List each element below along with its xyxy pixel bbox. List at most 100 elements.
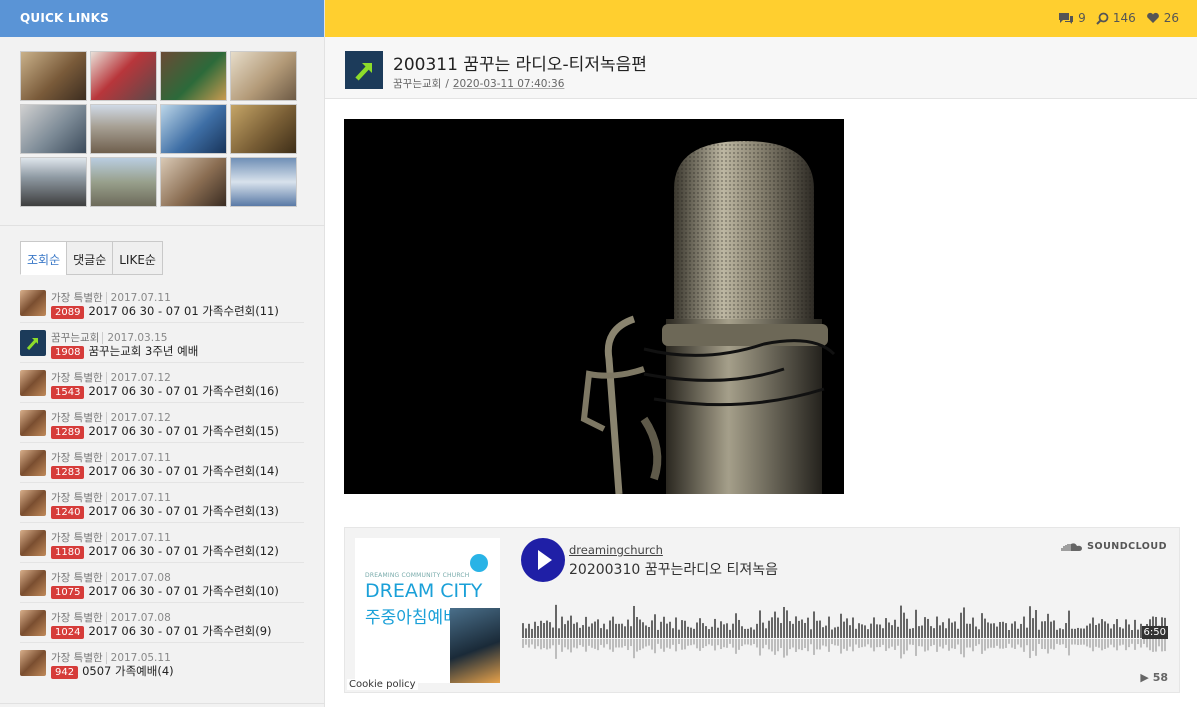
waveform-bar — [894, 619, 896, 638]
item-title[interactable]: 2017 06 30 - 07 01 가족수련회(13) — [88, 504, 278, 518]
gallery-thumbnail[interactable] — [20, 51, 87, 101]
list-item[interactable]: 가장 특별한 2017.07.12 1289 2017 06 30 - 07 01 … — [20, 403, 304, 443]
waveform-bar — [807, 617, 809, 638]
list-item[interactable]: 가장 특별한 2017.07.11 2089 2017 06 30 - 07 01 … — [20, 283, 304, 323]
uploader-link[interactable]: dreamingchurch — [569, 543, 663, 557]
item-title[interactable]: 2017 06 30 - 07 01 가족수련회(10) — [88, 584, 278, 598]
waveform-reflection — [1038, 639, 1040, 644]
waveform-bar — [555, 604, 557, 638]
list-item[interactable]: 가장 특별한 2017.05.11 942 0507 가족예배(4) — [20, 643, 304, 683]
waveform-bar — [1029, 606, 1031, 638]
waveform-reflection — [675, 639, 677, 652]
waveform-reflection — [711, 639, 713, 646]
gallery-thumbnail[interactable] — [90, 104, 157, 154]
track-artwork[interactable]: DREAMING COMMUNITY CHURCH DREAM CITY 주중아… — [355, 538, 500, 683]
play-button[interactable] — [521, 538, 565, 582]
waveform-bar — [1005, 623, 1007, 638]
item-title[interactable]: 2017 06 30 - 07 01 가족수련회(12) — [88, 544, 278, 558]
tab-comments[interactable]: 댓글순 — [66, 241, 114, 275]
item-title[interactable]: 꿈꾸는교회 3주년 예배 — [88, 344, 198, 358]
waveform-bar — [1116, 619, 1118, 638]
waveform-reflection — [534, 639, 536, 649]
item-title[interactable]: 2017 06 30 - 07 01 가족수련회(11) — [88, 304, 278, 318]
waveform-reflection — [909, 639, 911, 645]
waveform-reflection — [867, 639, 869, 645]
waveform-reflection — [621, 639, 623, 648]
gallery-thumbnail[interactable] — [90, 51, 157, 101]
waveform-reflection — [981, 639, 983, 654]
waveform-bar — [699, 618, 701, 638]
waveform-bar — [1026, 627, 1028, 638]
waveform-bar — [852, 617, 854, 638]
gallery-thumbnail[interactable] — [160, 51, 227, 101]
waveform-reflection — [846, 639, 848, 651]
waveform-reflection — [825, 639, 827, 647]
waveform-bar — [885, 618, 887, 638]
waveform-bar — [525, 628, 527, 638]
list-item[interactable]: 가장 특별한 2017.07.11 1180 2017 06 30 - 07 01 … — [20, 523, 304, 563]
gallery-thumbnail[interactable] — [90, 157, 157, 207]
author-avatar[interactable] — [345, 51, 383, 89]
waveform-reflection — [1008, 639, 1010, 644]
list-item[interactable]: 가장 특별한 2017.07.12 1543 2017 06 30 - 07 01 … — [20, 363, 304, 403]
list-item[interactable]: 가장 특별한 2017.07.11 1283 2017 06 30 - 07 01 … — [20, 443, 304, 483]
waveform-bar — [828, 616, 830, 638]
waveform-reflection — [831, 639, 833, 645]
waveform-reflection — [645, 639, 647, 647]
waveform-reflection — [555, 639, 557, 659]
waveform-reflection — [873, 639, 875, 652]
waveform-reflection — [972, 639, 974, 652]
gallery-thumbnail[interactable] — [230, 157, 297, 207]
list-item[interactable]: 가장 특별한 2017.07.08 1024 2017 06 30 - 07 01 … — [20, 603, 304, 643]
waveform-reflection — [792, 639, 794, 648]
waveform-bar — [747, 628, 749, 638]
waveform-reflection — [924, 639, 926, 652]
comment-stat[interactable]: 9 — [1058, 11, 1086, 25]
gallery-thumbnail[interactable] — [160, 104, 227, 154]
item-title[interactable]: 2017 06 30 - 07 01 가족수련회(14) — [88, 464, 278, 478]
waveform-bar — [792, 623, 794, 638]
tab-views[interactable]: 조회순 — [20, 241, 68, 275]
waveform-reflection — [996, 639, 998, 646]
list-item[interactable]: 가장 특별한 2017.07.11 1240 2017 06 30 - 07 01 … — [20, 483, 304, 523]
waveform-reflection — [798, 639, 800, 650]
gallery-thumbnail[interactable] — [230, 51, 297, 101]
list-item[interactable]: 가장 특별한 2017.07.08 1075 2017 06 30 - 07 01 … — [20, 563, 304, 603]
track-title[interactable]: 20200310 꿈꾸는라디오 티져녹음 — [569, 559, 778, 579]
gallery-thumbnail[interactable] — [20, 157, 87, 207]
city-photo — [450, 608, 500, 683]
waveform-reflection — [633, 639, 635, 659]
waveform[interactable] — [522, 598, 1167, 660]
gallery-thumbnail[interactable] — [20, 104, 87, 154]
waveform-reflection — [558, 639, 560, 645]
item-title[interactable]: 2017 06 30 - 07 01 가족수련회(16) — [88, 384, 278, 398]
post-author[interactable]: 꿈꾸는교회 — [393, 78, 441, 90]
waveform-bar — [1122, 628, 1124, 638]
waveform-reflection — [903, 639, 905, 655]
list-item[interactable]: 꿈꾸는교회 2017.03.15 1908 꿈꾸는교회 3주년 예배 — [20, 323, 304, 363]
soundcloud-cloud-icon — [1061, 542, 1083, 551]
waveform-reflection — [1026, 639, 1028, 646]
waveform-reflection — [882, 639, 884, 645]
soundcloud-logo[interactable]: SOUNDCLOUD — [1061, 541, 1167, 552]
waveform-bar — [678, 629, 680, 638]
waveform-bar — [969, 623, 971, 638]
waveform-reflection — [684, 639, 686, 650]
cookie-policy-link[interactable]: Cookie policy — [347, 679, 418, 690]
waveform-bar — [570, 615, 572, 638]
waveform-reflection — [579, 639, 581, 646]
waveform-bar — [825, 625, 827, 638]
waveform-reflection — [1062, 639, 1064, 645]
waveform-bar — [1020, 623, 1022, 638]
item-title[interactable]: 2017 06 30 - 07 01 가족수련회(9) — [88, 624, 271, 638]
item-title[interactable]: 2017 06 30 - 07 01 가족수련회(15) — [88, 424, 278, 438]
gallery-thumbnail[interactable] — [230, 104, 297, 154]
item-title[interactable]: 0507 가족예배(4) — [82, 664, 174, 678]
waveform-reflection — [1131, 639, 1133, 644]
waveform-reflection — [1074, 639, 1076, 645]
like-stat[interactable]: 26 — [1146, 11, 1179, 25]
waveform-reflection — [906, 639, 908, 651]
tab-likes[interactable]: LIKE순 — [112, 241, 163, 275]
waveform-bar — [654, 614, 656, 638]
gallery-thumbnail[interactable] — [160, 157, 227, 207]
